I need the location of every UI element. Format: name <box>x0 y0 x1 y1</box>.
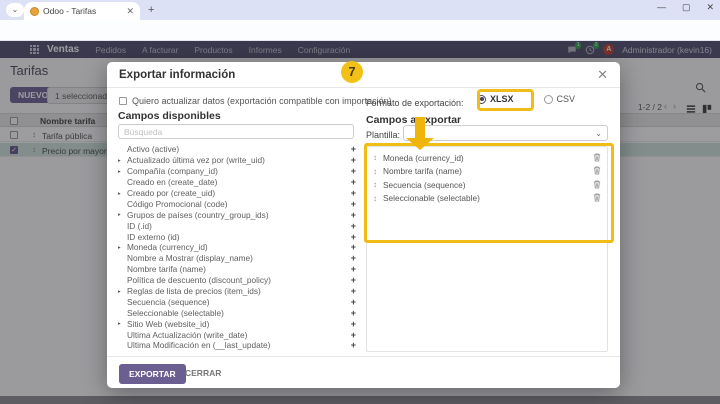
field-label[interactable]: ID (.id) <box>127 221 351 231</box>
add-field-icon[interactable]: + <box>351 232 356 242</box>
field-label[interactable]: Creado por (create_uid) <box>127 188 351 198</box>
xlsx-highlight-box <box>477 89 534 111</box>
format-option-csv[interactable]: CSV <box>544 94 576 104</box>
available-field-item[interactable]: ▶ Creado en (create_date) + <box>118 177 360 188</box>
add-field-icon[interactable]: + <box>351 253 356 263</box>
available-field-item[interactable]: ▶ Sitio Web (website_id) + <box>118 318 360 329</box>
expand-chevron-icon[interactable]: ▶ <box>118 246 123 250</box>
add-field-icon[interactable]: + <box>351 242 356 252</box>
close-button[interactable]: ✕ <box>706 2 714 13</box>
available-field-item[interactable]: ▶ Creado por (create_uid) + <box>118 188 360 199</box>
expand-chevron-icon[interactable]: ▶ <box>118 213 123 217</box>
dialog-close-icon[interactable]: ✕ <box>597 67 608 83</box>
field-label[interactable]: Grupos de países (country_group_ids) <box>127 210 351 220</box>
field-label[interactable]: Reglas de lista de precios (item_ids) <box>127 286 351 296</box>
available-field-item[interactable]: ▶ Ultima Actualización (write_date) + <box>118 329 360 340</box>
field-label[interactable]: Creado en (create_date) <box>127 177 351 187</box>
available-fields-title: Campos disponibles <box>118 110 221 122</box>
add-field-icon[interactable]: + <box>351 199 356 209</box>
csv-radio[interactable] <box>544 95 553 104</box>
expand-chevron-icon[interactable]: ▶ <box>118 191 123 195</box>
available-field-item[interactable]: ▶ Compañía (company_id) + <box>118 166 360 177</box>
template-label: Plantilla: <box>366 130 400 140</box>
add-field-icon[interactable]: + <box>351 319 356 329</box>
add-field-icon[interactable]: + <box>351 210 356 220</box>
field-label[interactable]: Ultima Actualización (write_date) <box>127 330 351 340</box>
field-label[interactable]: Política de descuento (discount_policy) <box>127 275 351 285</box>
field-label[interactable]: Actualizado última vez por (write_uid) <box>127 155 351 165</box>
add-field-icon[interactable]: + <box>351 188 356 198</box>
available-field-item[interactable]: ▶ ID externo (id) + <box>118 231 360 242</box>
export-fields-highlight-box <box>364 143 614 243</box>
add-field-icon[interactable]: + <box>351 155 356 165</box>
window-controls: — ▢ ✕ <box>657 2 714 13</box>
step-number-annotation: 7 <box>341 61 363 83</box>
available-field-item[interactable]: ▶ Reglas de lista de precios (item_ids) … <box>118 286 360 297</box>
export-button[interactable]: EXPORTAR <box>119 364 186 384</box>
tab-close-icon[interactable]: ✕ <box>126 6 134 17</box>
cerrar-button[interactable]: CERRAR <box>185 368 221 378</box>
tab-search-button[interactable]: ⌄ <box>6 3 24 17</box>
expand-chevron-icon[interactable]: ▶ <box>118 169 123 173</box>
browser-tab[interactable]: Odoo - Tarifas ✕ <box>24 2 140 20</box>
add-field-icon[interactable]: + <box>351 166 356 176</box>
add-field-icon[interactable]: + <box>351 330 356 340</box>
available-field-item[interactable]: ▶ Secuencia (sequence) + <box>118 296 360 307</box>
field-label[interactable]: ID externo (id) <box>127 232 351 242</box>
add-field-icon[interactable]: + <box>351 177 356 187</box>
browser-toolbar: ← → ↻ ⇄ kevin.solse.pe/web#action=633&mo… <box>0 20 720 41</box>
field-label[interactable]: Nombre tarifa (name) <box>127 264 351 274</box>
dialog-header: Exportar información ✕ <box>107 62 620 88</box>
format-label: Formato de exportación: <box>366 98 464 108</box>
add-field-icon[interactable]: + <box>351 308 356 318</box>
available-fields-list: ▶ Activo (active) + ▶ Actualizado última… <box>118 144 360 352</box>
field-label[interactable]: Activo (active) <box>127 144 351 154</box>
available-field-item[interactable]: ▶ Activo (active) + <box>118 144 360 155</box>
expand-chevron-icon[interactable]: ▶ <box>118 322 123 326</box>
chevron-down-icon: ⌄ <box>595 129 602 138</box>
available-field-item[interactable]: ▶ Moneda (currency_id) + <box>118 242 360 253</box>
screen: ⌄ Odoo - Tarifas ✕ + — ▢ ✕ ← → ↻ ⇄ kevin… <box>0 0 720 404</box>
expand-chevron-icon[interactable]: ▶ <box>118 289 123 293</box>
field-label[interactable]: Ultima Modificación en (__last_update) <box>127 340 351 350</box>
add-field-icon[interactable]: + <box>351 286 356 296</box>
dialog-footer: EXPORTAR CERRAR <box>107 356 620 388</box>
available-field-item[interactable]: ▶ ID (.id) + <box>118 220 360 231</box>
csv-label: CSV <box>557 94 576 104</box>
minimize-button[interactable]: — <box>657 2 666 13</box>
expand-chevron-icon[interactable]: ▶ <box>118 158 123 162</box>
add-field-icon[interactable]: + <box>351 144 356 154</box>
field-label[interactable]: Moneda (currency_id) <box>127 242 351 252</box>
down-arrow-annotation <box>406 117 434 150</box>
maximize-button[interactable]: ▢ <box>682 2 691 13</box>
field-search-input[interactable] <box>118 124 354 139</box>
available-field-item[interactable]: ▶ Actualizado última vez por (write_uid)… <box>118 155 360 166</box>
dialog-title: Exportar información <box>119 69 235 81</box>
available-field-item[interactable]: ▶ Seleccionable (selectable) + <box>118 307 360 318</box>
available-field-item[interactable]: ▶ Nombre a Mostrar (display_name) + <box>118 253 360 264</box>
add-field-icon[interactable]: + <box>351 340 356 350</box>
field-label[interactable]: Código Promocional (code) <box>127 199 351 209</box>
add-field-icon[interactable]: + <box>351 297 356 307</box>
browser-tabstrip: ⌄ Odoo - Tarifas ✕ + — ▢ ✕ <box>0 0 720 20</box>
field-label[interactable]: Seleccionable (selectable) <box>127 308 351 318</box>
update-data-option[interactable]: Quiero actualizar datos (exportación com… <box>119 96 392 106</box>
available-field-item[interactable]: ▶ Ultima Modificación en (__last_update)… <box>118 340 360 351</box>
odoo-favicon <box>30 7 39 16</box>
available-field-item[interactable]: ▶ Política de descuento (discount_policy… <box>118 275 360 286</box>
new-tab-button[interactable]: + <box>148 4 154 16</box>
update-data-label: Quiero actualizar datos (exportación com… <box>132 96 392 106</box>
add-field-icon[interactable]: + <box>351 275 356 285</box>
field-label[interactable]: Secuencia (sequence) <box>127 297 351 307</box>
available-field-item[interactable]: ▶ Grupos de países (country_group_ids) + <box>118 209 360 220</box>
update-data-checkbox[interactable] <box>119 97 127 105</box>
tab-title: Odoo - Tarifas <box>43 6 122 16</box>
field-label[interactable]: Compañía (company_id) <box>127 166 351 176</box>
add-field-icon[interactable]: + <box>351 221 356 231</box>
available-field-item[interactable]: ▶ Nombre tarifa (name) + <box>118 264 360 275</box>
field-label[interactable]: Sitio Web (website_id) <box>127 319 351 329</box>
add-field-icon[interactable]: + <box>351 264 356 274</box>
available-field-item[interactable]: ▶ Código Promocional (code) + <box>118 198 360 209</box>
field-label[interactable]: Nombre a Mostrar (display_name) <box>127 253 351 263</box>
